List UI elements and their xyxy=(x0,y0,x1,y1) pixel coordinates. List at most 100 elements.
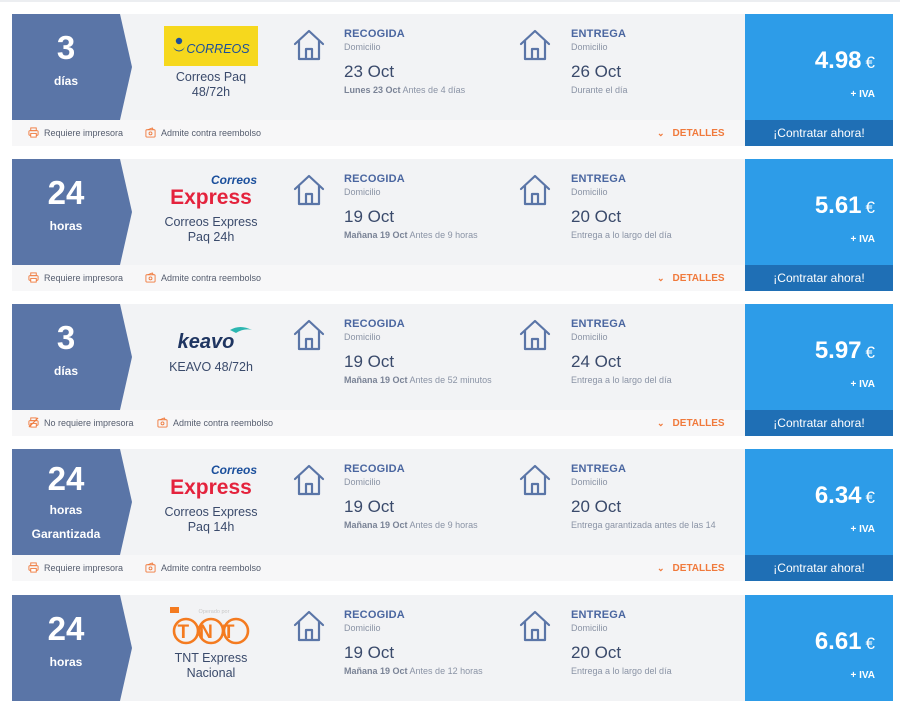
pickup-note-text: Antes de 9 horas xyxy=(409,230,478,240)
price: 6.61 € xyxy=(815,627,875,659)
delivery-time-unit: horas xyxy=(49,219,83,233)
pickup-note-day: Mañana 19 Oct xyxy=(344,666,408,676)
pickup-date: 19 Oct xyxy=(344,497,395,516)
carrier-logo: Correos Express xyxy=(160,171,262,211)
pickup-info: RECOGIDA Domicilio 19 Oct Mañana 19 Oct Ant… xyxy=(344,608,514,677)
delivery-info: ENTREGA Domicilio 24 Oct Entrega a lo largo… xyxy=(571,317,741,386)
house-icon xyxy=(518,173,552,207)
hire-now-button[interactable]: ¡Contratar ahora! xyxy=(745,265,893,291)
delivery-time-unit: horas xyxy=(49,655,83,669)
cash-on-delivery: Admite contra reembolso xyxy=(145,562,261,574)
details-link[interactable]: ⌄ DETALLES xyxy=(657,272,725,285)
delivery-title: ENTREGA xyxy=(571,318,627,330)
offer-footer: No requiere impresora Admite contra reemb… xyxy=(12,410,745,436)
logo-tnt-text: TNT xyxy=(178,622,245,643)
price-value: 5.97 xyxy=(814,337,862,364)
pickup-info: RECOGIDA Domicilio 19 Oct Mañana 19 Oct Ant… xyxy=(344,317,514,386)
currency-symbol: € xyxy=(865,53,875,72)
currency-symbol: € xyxy=(865,343,875,362)
printer-requirement-text: Requiere impresora xyxy=(44,128,124,138)
offer-card: 24 horas Operado por TNT TNT Express Naciona… xyxy=(12,595,893,702)
chevron-down-icon: ⌄ xyxy=(657,418,665,428)
offer-list: 3 días CORREOS Correos Paq 48/72h RECOGIDA Do… xyxy=(0,0,900,702)
carrier-logo: Correos Express xyxy=(160,461,262,501)
delivery-date: 24 Oct xyxy=(571,352,622,371)
pickup-note-day: Mañana 19 Oct xyxy=(344,375,408,385)
details-label: DETALLES xyxy=(672,273,725,284)
details-label: DETALLES xyxy=(672,418,725,429)
delivery-info: ENTREGA Domicilio 26 Oct Durante el día xyxy=(571,27,741,96)
printer-requirement: Requiere impresora xyxy=(28,562,123,574)
carrier-logo: keavo xyxy=(160,316,262,356)
details-label: DETALLES xyxy=(672,128,725,139)
no-printer-icon xyxy=(28,417,39,428)
details-link[interactable]: ⌄ DETALLES xyxy=(657,127,725,140)
house-icon xyxy=(292,173,326,207)
printer-requirement: No requiere impresora xyxy=(28,417,134,429)
chevron-down-icon: ⌄ xyxy=(657,273,665,283)
printer-icon xyxy=(28,127,39,138)
house-icon xyxy=(292,609,326,643)
vat-label: + IVA xyxy=(850,524,875,535)
chevron-down-icon: ⌄ xyxy=(657,563,665,573)
price: 5.97 € xyxy=(815,336,875,368)
pickup-location: Domicilio xyxy=(344,477,381,487)
price-value: 6.61 xyxy=(814,628,862,655)
currency-symbol: € xyxy=(865,488,875,507)
delivery-location: Domicilio xyxy=(571,187,608,197)
offer-footer: Requiere impresora Admite contra reembols… xyxy=(12,120,745,146)
pickup-title: RECOGIDA xyxy=(344,28,405,40)
pickup-date: 19 Oct xyxy=(344,207,395,226)
carrier-name: Correos Express Paq 24h xyxy=(164,215,258,244)
carrier-logo: CORREOS xyxy=(160,26,262,66)
delivery-time-guarantee: Garantizada xyxy=(31,527,101,541)
details-link[interactable]: ⌄ DETALLES xyxy=(657,417,725,430)
price: 4.98 € xyxy=(815,46,875,78)
pickup-note: Mañana 19 Oct Antes de 9 horas xyxy=(344,229,514,241)
cash-on-delivery: Admite contra reembolso xyxy=(145,272,261,284)
cash-on-delivery-text: Admite contra reembolso xyxy=(161,273,262,283)
hire-now-button[interactable]: ¡Contratar ahora! xyxy=(745,120,893,146)
pickup-location: Domicilio xyxy=(344,623,381,633)
pickup-note: Lunes 23 Oct Antes de 4 días xyxy=(344,84,514,96)
carrier-name: TNT Express Nacional xyxy=(174,651,248,680)
logo-correos-text: Correos xyxy=(211,173,257,187)
printer-requirement-text: Requiere impresora xyxy=(44,273,124,283)
price-box: 5.61 € + IVA xyxy=(745,159,893,265)
delivery-location: Domicilio xyxy=(571,332,608,342)
delivery-note: Entrega a lo largo del día xyxy=(571,230,672,240)
pickup-date: 19 Oct xyxy=(344,352,395,371)
house-icon xyxy=(292,28,326,62)
logo-correos-text: Correos xyxy=(211,463,257,477)
hire-now-button[interactable]: ¡Contratar ahora! xyxy=(745,555,893,581)
logo-express-text: Express xyxy=(170,476,252,499)
delivery-date: 20 Oct xyxy=(571,497,622,516)
house-icon xyxy=(292,463,326,497)
delivery-note: Entrega a lo largo del día xyxy=(571,666,672,676)
chevron-down-icon: ⌄ xyxy=(657,128,665,138)
carrier-name: Correos Express Paq 14h xyxy=(164,505,258,534)
pickup-note-day: Lunes 23 Oct xyxy=(344,85,401,95)
house-icon xyxy=(292,318,326,352)
price: 6.34 € xyxy=(815,481,875,513)
pickup-note-text: Antes de 9 horas xyxy=(409,520,478,530)
hire-now-button[interactable]: ¡Contratar ahora! xyxy=(745,410,893,436)
cash-on-delivery-text: Admite contra reembolso xyxy=(161,128,262,138)
delivery-time-badge: 24 horas xyxy=(12,159,132,265)
delivery-date: 20 Oct xyxy=(571,207,622,226)
delivery-title: ENTREGA xyxy=(571,173,627,185)
vat-label: + IVA xyxy=(850,379,875,390)
delivery-time-unit: horas xyxy=(49,503,83,517)
delivery-title: ENTREGA xyxy=(571,609,627,621)
delivery-time-badge: 3 días xyxy=(12,14,132,120)
pickup-note-day: Mañana 19 Oct xyxy=(344,520,408,530)
pickup-title: RECOGIDA xyxy=(344,173,405,185)
pickup-info: RECOGIDA Domicilio 19 Oct Mañana 19 Oct Ant… xyxy=(344,462,514,531)
printer-requirement-text: No requiere impresora xyxy=(44,418,134,428)
details-link[interactable]: ⌄ DETALLES xyxy=(657,562,725,575)
wallet-icon xyxy=(145,562,156,573)
cash-on-delivery-text: Admite contra reembolso xyxy=(173,418,274,428)
delivery-date: 20 Oct xyxy=(571,643,622,662)
delivery-time-number: 3 xyxy=(56,29,76,66)
delivery-title: ENTREGA xyxy=(571,28,627,40)
